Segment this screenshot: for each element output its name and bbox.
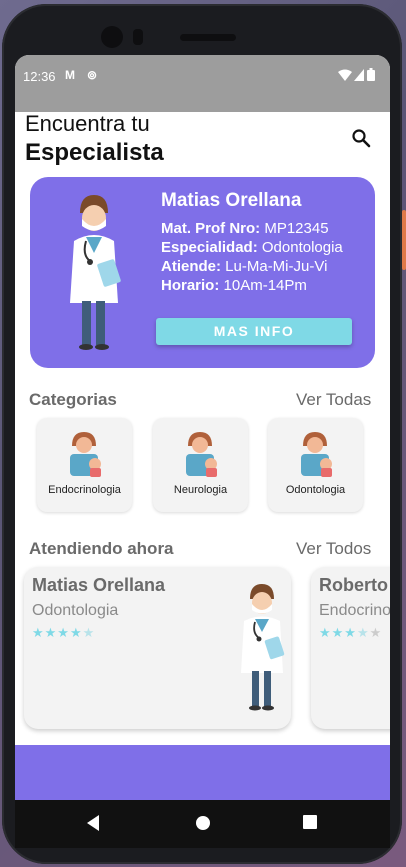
specialty-label: Especialidad:: [161, 239, 258, 256]
sensor: [133, 29, 143, 45]
license-value: MP12345: [264, 220, 329, 237]
earpiece-speaker: [180, 34, 236, 41]
doctor-illustration: [70, 195, 121, 350]
android-nav-bar: [15, 800, 390, 848]
page-title: Especialista: [25, 139, 164, 166]
bottom-bar: [15, 745, 390, 800]
gmail-icon: M: [65, 68, 75, 82]
category-card-neurology[interactable]: Neurologia: [153, 418, 248, 512]
more-info-button[interactable]: MAS INFO: [156, 318, 352, 345]
doctor-family-icon: [301, 432, 332, 477]
category-card-endocrinology[interactable]: Endocrinologia: [37, 418, 132, 512]
doctor-card[interactable]: Roberto Endocrinologia ★★★★★: [311, 567, 390, 729]
front-camera: [101, 26, 123, 48]
back-icon[interactable]: [87, 815, 101, 831]
doctor-specialty: Odontologia: [32, 602, 119, 619]
hours-row: Horario: 10Am-14Pm: [161, 277, 307, 294]
license-label: Mat. Prof Nro:: [161, 220, 261, 237]
doctor-card[interactable]: Matias Orellana Odontologia ★★★★★: [24, 567, 291, 729]
home-icon[interactable]: [195, 815, 211, 831]
doctor-family-icon: [186, 432, 217, 477]
search-icon[interactable]: [351, 128, 371, 148]
days-label: Atiende:: [161, 258, 221, 275]
doctor-specialty: Endocrinologia: [319, 602, 390, 619]
category-label: Endocrinologia: [48, 484, 121, 496]
rating-stars: ★★★★★: [319, 625, 383, 640]
see-all-categories-link[interactable]: Ver Todas: [296, 390, 371, 410]
hours-label: Horario:: [161, 277, 220, 294]
days-row: Atiende: Lu-Ma-Mi-Ju-Vi: [161, 258, 327, 275]
doctor-family-icon: [70, 432, 101, 477]
rating-stars: ★★★★★: [32, 625, 96, 640]
app-screen: 12:36 M ⊚ Encuentra tu Especialista Mati…: [15, 55, 390, 800]
featured-name: Matias Orellana: [161, 190, 302, 211]
category-label: Odontologia: [285, 484, 346, 496]
hours-value: 10Am-14Pm: [223, 277, 307, 294]
specialty-value: Odontologia: [261, 239, 343, 256]
header-line1: Encuentra tu: [25, 111, 150, 136]
battery-icon: [367, 68, 375, 81]
signal-icon: [354, 69, 364, 81]
specialty-row: Especialidad: Odontologia: [161, 239, 343, 256]
status-time: 12:36: [23, 69, 56, 84]
days-value: Lu-Ma-Mi-Ju-Vi: [225, 258, 328, 275]
see-all-doctors-link[interactable]: Ver Todos: [296, 539, 371, 559]
license-row: Mat. Prof Nro: MP12345: [161, 220, 329, 237]
wifi-icon: [338, 69, 352, 81]
category-card-odontology[interactable]: Odontologia: [268, 418, 363, 512]
recents-icon[interactable]: [303, 815, 317, 829]
category-label: Neurologia: [173, 484, 228, 496]
status-bar: 12:36 M ⊚: [15, 55, 390, 112]
doctor-name: Roberto: [319, 575, 388, 595]
doctor-name: Matias Orellana: [32, 575, 166, 595]
power-button: [402, 210, 406, 270]
doctor-illustration: [241, 584, 285, 711]
categories-title: Categorias: [29, 390, 117, 409]
featured-doctor-card[interactable]: Matias Orellana Mat. Prof Nro: MP12345 E…: [30, 177, 375, 368]
sync-icon: ⊚: [87, 68, 98, 82]
attending-now-title: Atendiendo ahora: [29, 539, 174, 558]
